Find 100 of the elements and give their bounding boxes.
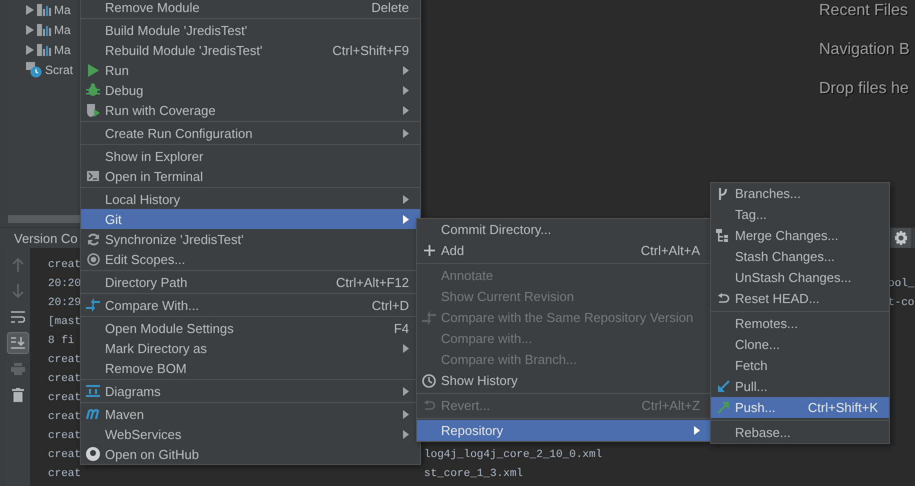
- submenu-arrow-icon: [403, 66, 409, 74]
- submenu-arrow-icon: [403, 86, 409, 94]
- bug-icon: [86, 83, 100, 97]
- console-text: log4j_log4j_core_2_10_0.xml: [424, 448, 602, 460]
- menu-item[interactable]: Pull...: [711, 376, 889, 397]
- settings-icon: [894, 231, 908, 245]
- menu-item[interactable]: Rebuild Module 'JredisTest' Ctrl+Shift+F9: [81, 40, 420, 60]
- menu-item[interactable]: Run with Coverage: [81, 100, 420, 120]
- menu-item[interactable]: Diagrams: [81, 381, 420, 401]
- submenu-arrow-icon: [403, 214, 409, 224]
- submenu-arrow-icon: [403, 410, 409, 418]
- target-icon: [86, 252, 100, 266]
- console-text: 20:20: [48, 278, 82, 290]
- menu-item[interactable]: Directory Path Ctrl+Alt+F12: [81, 272, 420, 292]
- menu-item[interactable]: Open in Terminal: [81, 166, 420, 186]
- menu-item[interactable]: Create Run Configuration: [81, 123, 420, 143]
- clock-icon: [422, 374, 436, 388]
- settings-button[interactable]: [891, 228, 911, 248]
- menu-item[interactable]: Open Module Settings F4: [81, 318, 420, 338]
- console-text: [mast: [48, 316, 82, 328]
- console-text: creat: [48, 448, 82, 460]
- menu-item[interactable]: Debug: [81, 80, 420, 100]
- menu-item[interactable]: Fetch: [711, 355, 889, 376]
- editor-hint: Navigation B: [819, 40, 911, 60]
- menu-item[interactable]: Git: [81, 209, 420, 229]
- editor-hint: Recent Files: [819, 1, 909, 21]
- play-icon: [87, 64, 99, 76]
- arrow-down-left-icon: [716, 380, 730, 393]
- menu-item[interactable]: Show History: [417, 370, 711, 391]
- shortcut-text: F4: [394, 320, 409, 336]
- arrow-up-icon: [12, 258, 24, 272]
- submenu-arrow-icon: [403, 194, 409, 204]
- menu-item[interactable]: Reset HEAD...: [711, 288, 889, 309]
- shortcut-text: Ctrl+Shift+F9: [332, 42, 409, 58]
- console-text: 8 fi: [48, 334, 74, 346]
- editor-hint: Drop files he: [819, 79, 910, 99]
- menu-item[interactable]: Synchronize 'JredisTest': [81, 229, 420, 249]
- menu-item[interactable]: Open on GitHub: [81, 444, 420, 464]
- shortcut-text: Ctrl+Alt+A: [640, 243, 700, 258]
- tree-item-label[interactable]: Scrat: [45, 63, 74, 77]
- menu-item[interactable]: Edit Scopes...: [81, 249, 420, 269]
- diagram-icon: [86, 385, 100, 397]
- console-text: creat: [48, 410, 82, 422]
- tree-item-label[interactable]: Ma: [54, 43, 71, 57]
- console-text: creat: [48, 392, 82, 404]
- shortcut-text: Delete: [371, 0, 409, 14]
- menu-item[interactable]: Clone...: [711, 334, 889, 355]
- module-icon: [37, 44, 51, 56]
- printer-icon: [10, 363, 24, 375]
- menu-item[interactable]: Tag...: [711, 204, 889, 225]
- module-icon: [37, 24, 51, 36]
- terminal-icon: [87, 171, 99, 181]
- menu-item[interactable]: Repository: [417, 420, 711, 441]
- menu-item[interactable]: Local History: [81, 189, 420, 209]
- toolbar-button[interactable]: [6, 332, 28, 354]
- plus-icon: [424, 245, 434, 256]
- arrow-up-right-icon: [716, 401, 730, 414]
- menu-item[interactable]: Push... Ctrl+Shift+K: [711, 397, 889, 418]
- submenu-arrow-icon: [403, 128, 409, 138]
- console-text: creat: [48, 354, 82, 366]
- submenu-arrow-icon: [403, 430, 409, 438]
- shortcut-text: Ctrl+Alt+Z: [641, 398, 700, 413]
- menu-item[interactable]: Remotes...: [711, 313, 889, 334]
- submenu-arrow-icon: [403, 106, 409, 114]
- tree-item-label[interactable]: Ma: [54, 3, 71, 17]
- menu-item[interactable]: Branches...: [711, 183, 889, 204]
- menu-item[interactable]: Build Module 'JredisTest': [81, 20, 420, 40]
- console-text: st_core_1_3.xml: [424, 468, 524, 480]
- console-text: 20:29: [48, 296, 82, 308]
- submenu-arrow-icon: [403, 344, 409, 352]
- menu-item[interactable]: Remove BOM: [81, 358, 420, 378]
- menu-item[interactable]: UnStash Changes...: [711, 267, 889, 288]
- github-icon: [86, 447, 100, 461]
- soft-wrap-icon: [10, 311, 24, 323]
- menu-item[interactable]: Rebase...: [711, 422, 889, 443]
- undo-icon: [716, 292, 730, 304]
- menu-item[interactable]: Mark Directory as: [81, 338, 420, 358]
- shortcut-text: Ctrl+D: [372, 298, 409, 312]
- module-icon: [37, 4, 51, 16]
- merge-tree-icon: [716, 229, 730, 242]
- shortcut-text: Ctrl+Shift+K: [808, 400, 878, 415]
- sync-icon: [86, 232, 100, 246]
- branch-icon: [717, 186, 729, 200]
- scratch-clock-icon: [26, 62, 42, 78]
- shield-play-icon: [86, 102, 100, 118]
- menu-item[interactable]: Show in Explorer: [81, 146, 420, 166]
- menu-item[interactable]: Merge Changes...: [711, 225, 889, 246]
- menu-item[interactable]: WebServices: [81, 424, 420, 444]
- menu-item[interactable]: Commit Directory...: [417, 219, 711, 240]
- trash-icon: [12, 388, 24, 402]
- menu-item[interactable]: Compare With... Ctrl+D: [81, 295, 420, 315]
- menu-item[interactable]: Remove Module Delete: [81, 0, 420, 17]
- menu-item[interactable]: Add Ctrl+Alt+A: [417, 240, 711, 261]
- menu-item[interactable]: Stash Changes...: [711, 246, 889, 267]
- menu-item[interactable]: Maven: [81, 404, 420, 424]
- tree-item-label[interactable]: Ma: [54, 23, 71, 37]
- m-letter-icon: [86, 408, 100, 420]
- console-text: creat: [48, 372, 82, 384]
- tool-window-tab[interactable]: Version Co: [14, 230, 78, 246]
- menu-item[interactable]: Run: [81, 60, 420, 80]
